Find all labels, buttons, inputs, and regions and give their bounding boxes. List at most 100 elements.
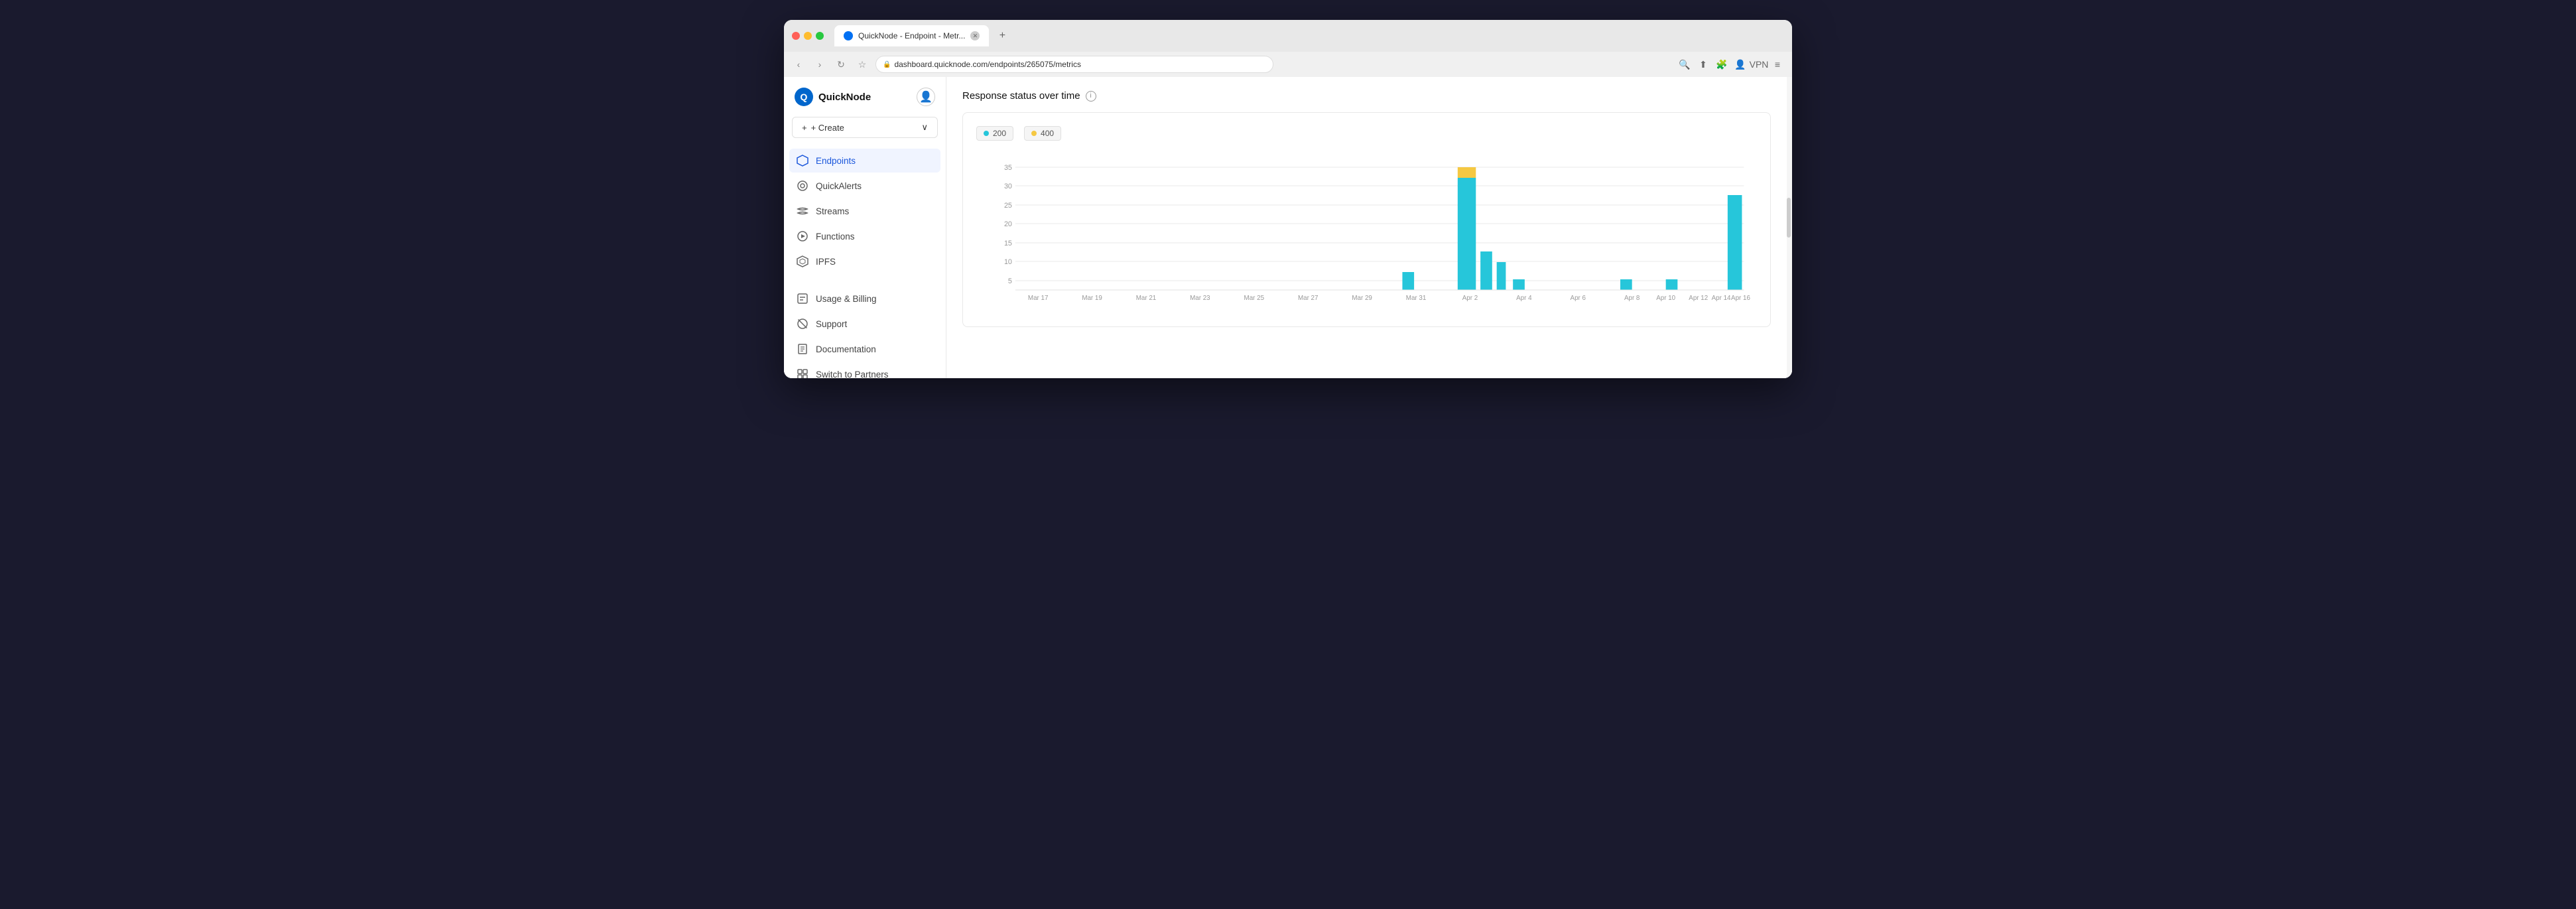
- url-bar[interactable]: 🔒 dashboard.quicknode.com/endpoints/2650…: [875, 56, 1273, 73]
- svg-text:Mar 19: Mar 19: [1082, 295, 1102, 302]
- content-area: Q QuickNode 👤 + + Create ∨: [784, 77, 1792, 378]
- sidebar-item-label: QuickAlerts: [816, 181, 862, 191]
- svg-text:Apr 10: Apr 10: [1656, 295, 1675, 302]
- sidebar-item-label: Documentation: [816, 344, 876, 354]
- logo: Q QuickNode: [795, 88, 871, 106]
- bar-apr2c: [1497, 262, 1506, 290]
- chart-area: 35 30 25 20 15 10 5 Mar 17 Mar 19 Mar 21…: [976, 154, 1757, 313]
- sidebar-item-endpoints[interactable]: Endpoints: [789, 149, 940, 173]
- svg-text:5: 5: [1008, 277, 1012, 285]
- usage-billing-icon: [796, 292, 809, 305]
- bar-apr16: [1728, 195, 1742, 290]
- sidebar-item-documentation[interactable]: Documentation: [789, 337, 940, 361]
- profile-icon[interactable]: 👤: [1732, 56, 1748, 72]
- sidebar-header: Q QuickNode 👤: [784, 88, 946, 106]
- sidebar: Q QuickNode 👤 + + Create ∨: [784, 77, 946, 378]
- legend-label-200: 200: [993, 129, 1006, 138]
- logo-text: QuickNode: [818, 92, 871, 103]
- legend-dot-200: [984, 131, 989, 136]
- sidebar-item-support[interactable]: Support: [789, 312, 940, 336]
- main-content: Response status over time i 200 400: [946, 77, 1787, 378]
- tab-close-button[interactable]: ✕: [970, 31, 980, 40]
- svg-text:Apr 4: Apr 4: [1516, 295, 1532, 302]
- bar-apr2-yellow: [1458, 167, 1476, 178]
- extensions-icon[interactable]: 🧩: [1714, 56, 1730, 72]
- chart-title: Response status over time i: [962, 90, 1771, 102]
- sidebar-bottom: Usage & Billing Support: [784, 287, 946, 378]
- legend-item-400: 400: [1024, 126, 1061, 141]
- share-icon[interactable]: ⬆: [1695, 56, 1711, 72]
- sidebar-item-streams[interactable]: Streams: [789, 199, 940, 223]
- lock-icon: 🔒: [883, 61, 891, 68]
- chart-legend: 200 400: [976, 126, 1757, 141]
- sidebar-item-quickalerts[interactable]: QuickAlerts: [789, 174, 940, 198]
- svg-text:25: 25: [1004, 202, 1012, 210]
- sidebar-item-label: Streams: [816, 206, 849, 216]
- functions-icon: [796, 230, 809, 243]
- url-text: dashboard.quicknode.com/endpoints/265075…: [894, 60, 1081, 69]
- addressbar: ‹ › ↻ ☆ 🔒 dashboard.quicknode.com/endpoi…: [784, 52, 1792, 77]
- new-tab-button[interactable]: +: [993, 27, 1011, 45]
- svg-text:Mar 21: Mar 21: [1136, 295, 1157, 302]
- svg-text:Mar 27: Mar 27: [1298, 295, 1318, 302]
- sidebar-item-ipfs[interactable]: IPFS: [789, 249, 940, 273]
- create-label: + Create: [811, 123, 844, 133]
- scrollbar[interactable]: [1787, 77, 1792, 378]
- minimize-button[interactable]: [804, 32, 812, 40]
- svg-text:35: 35: [1004, 164, 1012, 172]
- logo-icon: Q: [795, 88, 813, 106]
- svg-text:Apr 2: Apr 2: [1462, 295, 1478, 302]
- tab-favicon: [844, 31, 853, 40]
- back-button[interactable]: ‹: [791, 56, 806, 72]
- create-button[interactable]: + + Create ∨: [792, 117, 938, 138]
- bar-apr10: [1666, 279, 1678, 290]
- documentation-icon: [796, 342, 809, 356]
- svg-text:Apr 8: Apr 8: [1624, 295, 1640, 302]
- sidebar-item-label: Endpoints: [816, 156, 856, 166]
- chart-svg: 35 30 25 20 15 10 5 Mar 17 Mar 19 Mar 21…: [976, 154, 1757, 313]
- svg-text:Mar 23: Mar 23: [1190, 295, 1210, 302]
- sidebar-item-label: Switch to Partners: [816, 370, 889, 379]
- scrollbar-thumb[interactable]: [1787, 198, 1791, 238]
- svg-text:Mar 25: Mar 25: [1244, 295, 1265, 302]
- sidebar-nav: Endpoints QuickAlerts: [784, 149, 946, 273]
- sidebar-item-usage-billing[interactable]: Usage & Billing: [789, 287, 940, 311]
- reload-button[interactable]: ↻: [833, 56, 849, 72]
- info-icon[interactable]: i: [1086, 91, 1096, 102]
- svg-text:Apr 16: Apr 16: [1731, 295, 1750, 302]
- sidebar-item-label: Support: [816, 319, 847, 329]
- sidebar-item-switch-partners[interactable]: Switch to Partners: [789, 362, 940, 378]
- sidebar-item-label: Usage & Billing: [816, 294, 877, 304]
- active-tab[interactable]: QuickNode - Endpoint - Metr... ✕: [834, 25, 989, 46]
- bar-apr8: [1620, 279, 1632, 290]
- svg-text:Apr 14: Apr 14: [1712, 295, 1731, 302]
- svg-text:Mar 31: Mar 31: [1406, 295, 1427, 302]
- svg-text:30: 30: [1004, 182, 1012, 190]
- quickalerts-icon: [796, 179, 809, 192]
- bar-mar31: [1402, 272, 1414, 290]
- legend-dot-400: [1031, 131, 1037, 136]
- sidebar-item-label: IPFS: [816, 257, 836, 267]
- close-button[interactable]: [792, 32, 800, 40]
- ipfs-icon: [796, 255, 809, 268]
- chart-container: 200 400: [962, 112, 1771, 327]
- endpoints-icon: [796, 154, 809, 167]
- vpn-icon[interactable]: VPN: [1751, 56, 1767, 72]
- switch-partners-icon: [796, 368, 809, 378]
- legend-item-200: 200: [976, 126, 1013, 141]
- bookmark-button[interactable]: ☆: [854, 56, 870, 72]
- svg-text:15: 15: [1004, 240, 1012, 247]
- tab-title: QuickNode - Endpoint - Metr...: [858, 31, 965, 40]
- tab-bar: QuickNode - Endpoint - Metr... ✕ +: [834, 25, 1784, 46]
- streams-icon: [796, 204, 809, 218]
- bar-apr2b: [1480, 251, 1492, 290]
- svg-text:Mar 29: Mar 29: [1352, 295, 1372, 302]
- maximize-button[interactable]: [816, 32, 824, 40]
- support-icon: [796, 317, 809, 330]
- menu-icon[interactable]: ≡: [1770, 56, 1785, 72]
- user-avatar[interactable]: 👤: [917, 88, 935, 106]
- forward-button[interactable]: ›: [812, 56, 828, 72]
- svg-text:Mar 17: Mar 17: [1028, 295, 1048, 302]
- sidebar-item-functions[interactable]: Functions: [789, 224, 940, 248]
- search-icon[interactable]: 🔍: [1677, 56, 1693, 72]
